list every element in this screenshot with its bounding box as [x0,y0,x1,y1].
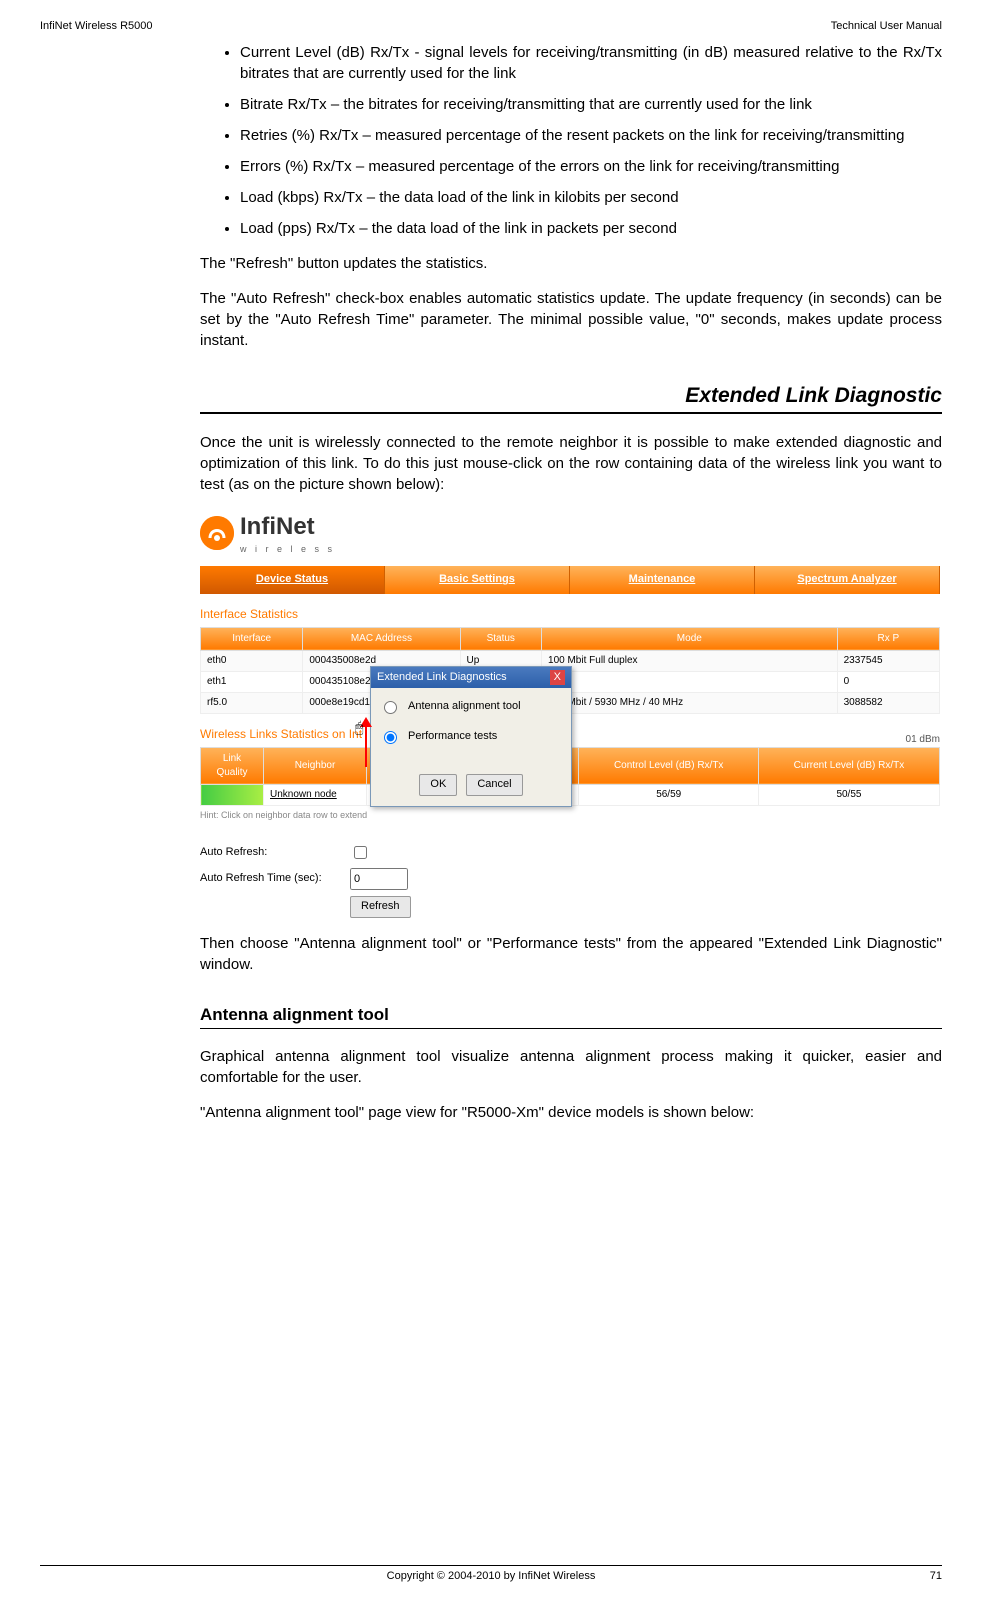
logo-sub: w i r e l e s s [240,543,335,556]
header-left: InfiNet Wireless R5000 [40,20,153,32]
auto-refresh-time-label: Auto Refresh Time (sec): [200,871,340,886]
modal-title: Extended Link Diagnostics [377,670,507,685]
logo: InfiNet w i r e l e s s [200,510,940,556]
section-title: Extended Link Diagnostic [200,381,942,414]
tab-device-status[interactable]: Device Status [200,566,385,594]
cursor-icon: 🖱 [355,718,363,738]
interface-stats-heading: Interface Statistics [200,606,940,623]
paragraph: Then choose "Antenna alignment tool" or … [200,933,942,975]
th-interface: Interface [201,627,303,650]
radio-performance[interactable] [384,731,397,744]
bullet-item: Load (kbps) Rx/Tx – the data load of the… [240,187,942,208]
th-link-quality: Link Quality [201,747,264,784]
callout-arrow-icon [365,725,367,767]
auto-refresh-label: Auto Refresh: [200,845,340,860]
bullet-item: Retries (%) Rx/Tx – measured percentage … [240,125,942,146]
refresh-button[interactable]: Refresh [350,896,411,917]
header-right: Technical User Manual [831,20,942,32]
paragraph: "Antenna alignment tool" page view for "… [200,1102,942,1123]
bullet-item: Load (pps) Rx/Tx – the data load of the … [240,218,942,239]
link-quality-bar [201,784,264,805]
logo-brand: InfiNet [240,510,335,544]
tab-basic-settings[interactable]: Basic Settings [385,566,570,594]
th-rx: Rx P [837,627,939,650]
th-control-level: Control Level (dB) Rx/Tx [579,747,758,784]
diagnostic-modal: Extended Link Diagnostics X Antenna alig… [370,666,572,807]
wireless-stats-heading: Wireless Links Statistics on Int [200,726,362,743]
logo-icon [200,516,234,550]
bullet-item: Current Level (dB) Rx/Tx - signal levels… [240,42,942,84]
th-mac: MAC Address [303,627,460,650]
bullet-item: Bitrate Rx/Tx – the bitrates for receivi… [240,94,942,115]
sub-section-title: Antenna alignment tool [200,1003,942,1030]
bullet-item: Errors (%) Rx/Tx – measured percentage o… [240,156,942,177]
auto-refresh-time-input[interactable] [350,868,408,890]
page-number: 71 [902,1570,942,1582]
hint-text: Hint: Click on neighbor data row to exte… [200,809,940,822]
option-performance: Performance tests [408,729,497,744]
bullet-list: Current Level (dB) Rx/Tx - signal levels… [200,42,942,239]
tab-maintenance[interactable]: Maintenance [570,566,755,594]
radio-antenna[interactable] [384,701,397,714]
embedded-screenshot: InfiNet w i r e l e s s Device Status Ba… [200,510,940,918]
th-current-level: Current Level (dB) Rx/Tx [758,747,939,784]
tab-spectrum-analyzer[interactable]: Spectrum Analyzer [755,566,940,594]
paragraph: The "Refresh" button updates the statist… [200,253,942,274]
ok-button[interactable]: OK [419,774,457,795]
auto-refresh-checkbox[interactable] [354,846,367,859]
noise-dbm: 01 dBm [906,733,940,747]
th-mode: Mode [542,627,838,650]
th-neighbor: Neighbor [264,747,367,784]
nav-tabs: Device Status Basic Settings Maintenance… [200,566,940,594]
close-icon[interactable]: X [550,670,565,685]
th-status: Status [460,627,542,650]
paragraph: Graphical antenna alignment tool visuali… [200,1046,942,1088]
cancel-button[interactable]: Cancel [466,774,522,795]
option-antenna: Antenna alignment tool [408,699,521,714]
neighbor-cell[interactable]: Unknown node [264,784,367,805]
footer-copyright: Copyright © 2004-2010 by InfiNet Wireles… [80,1570,902,1582]
paragraph: The "Auto Refresh" check-box enables aut… [200,288,942,351]
paragraph: Once the unit is wirelessly connected to… [200,432,942,495]
